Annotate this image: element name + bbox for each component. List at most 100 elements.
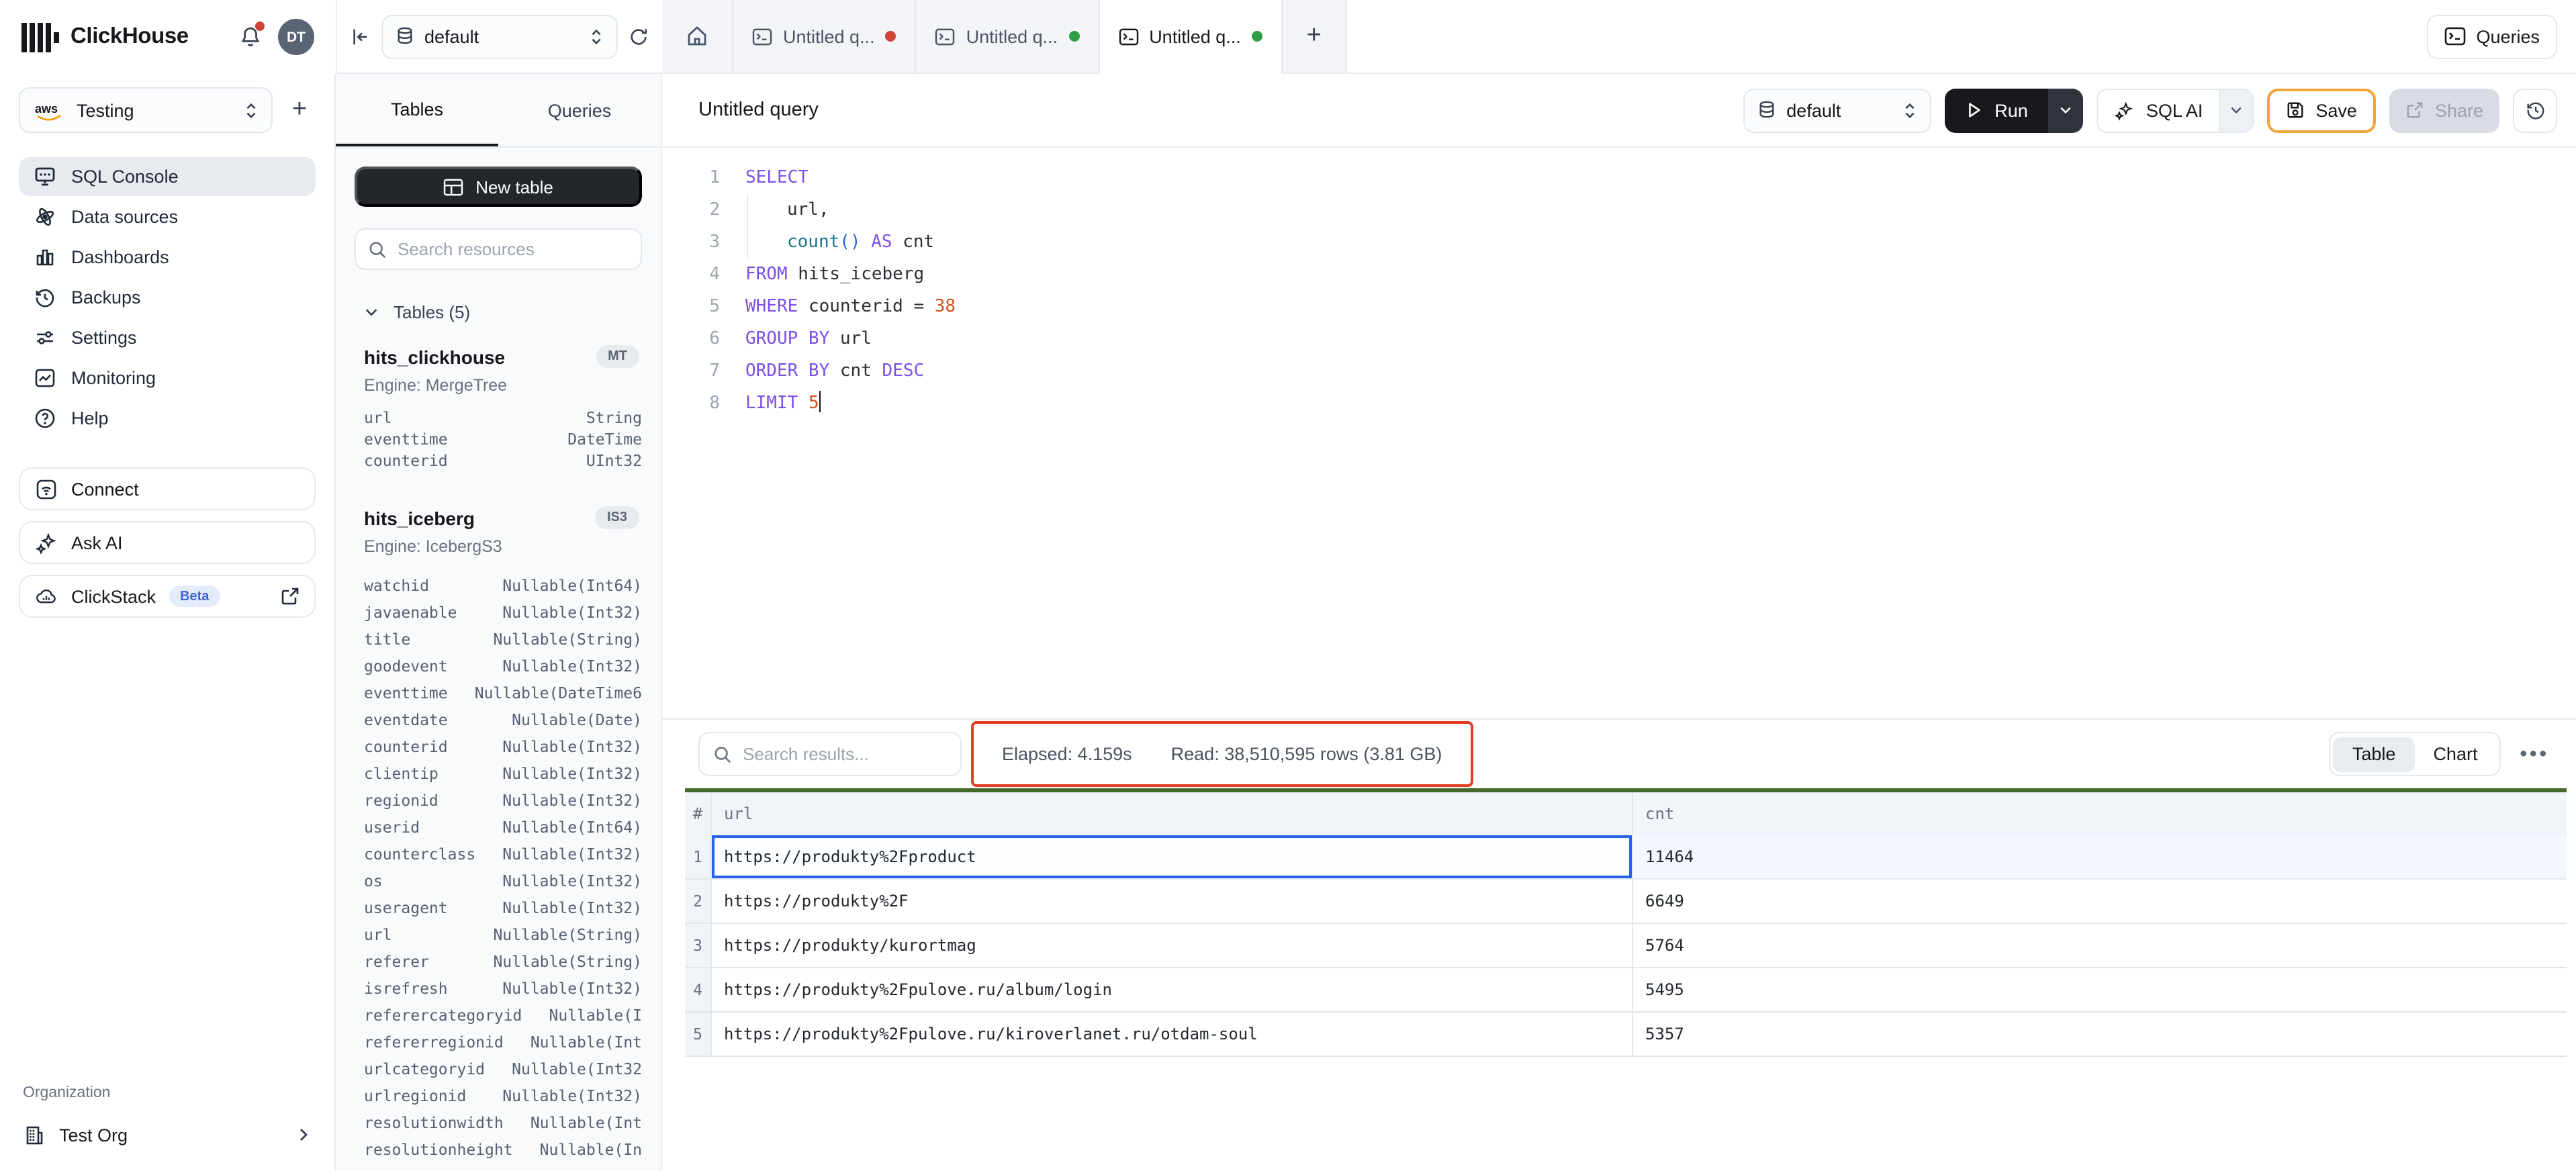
- chevron-right-icon: [295, 1127, 312, 1143]
- table-engine: Engine: IcebergS3: [364, 537, 642, 556]
- view-table-button[interactable]: Table: [2334, 737, 2415, 771]
- search-resources-input[interactable]: [398, 239, 629, 259]
- tables-group-toggle[interactable]: Tables (5): [355, 302, 642, 322]
- table-row[interactable]: 4 https://produkty%2Fpulove.ru/album/log…: [685, 968, 2567, 1013]
- refresh-icon[interactable]: [629, 26, 649, 46]
- query-title[interactable]: Untitled query: [698, 99, 819, 121]
- aws-logo-icon: aws: [34, 100, 64, 120]
- query-history-button[interactable]: [2513, 88, 2557, 132]
- sidebar-item-monitoring[interactable]: Monitoring: [19, 359, 316, 397]
- connect-button[interactable]: Connect: [19, 467, 316, 510]
- results-panel: Elapsed: 4.159s Read: 38,510,595 rows (3…: [662, 718, 2576, 1171]
- chevron-down-icon: [2059, 103, 2072, 117]
- header-url[interactable]: url: [712, 792, 1633, 835]
- column-row: goodeventNullable(Int32): [364, 653, 642, 680]
- organization-label: Organization: [23, 1085, 316, 1101]
- header-row-number[interactable]: #: [685, 792, 712, 835]
- code-line: 1SELECT: [693, 162, 2576, 195]
- organization-selector[interactable]: Test Org: [19, 1117, 316, 1152]
- brand-area: ClickHouse DT: [0, 0, 336, 74]
- run-button[interactable]: Run: [1945, 88, 2048, 132]
- code-line: 5WHERE counterid = 38: [693, 291, 2576, 324]
- sidebar-item-label: SQL Console: [71, 167, 179, 187]
- left-sidebar: aws Testing + SQL Console Data sources D…: [0, 74, 336, 1171]
- results-table-header: # url cnt: [685, 792, 2567, 835]
- workspace-selector[interactable]: aws Testing: [19, 87, 273, 133]
- sidebar-item-backups[interactable]: Backups: [19, 278, 316, 317]
- sidebar-item-dashboards[interactable]: Dashboards: [19, 238, 316, 277]
- cnt-cell[interactable]: 5764: [1633, 936, 2567, 955]
- run-options-button[interactable]: [2048, 88, 2083, 132]
- row-number: 4: [685, 968, 712, 1011]
- column-row: isrefreshNullable(Int32): [364, 975, 642, 1002]
- tab-tables[interactable]: Tables: [336, 74, 498, 146]
- avatar[interactable]: DT: [278, 19, 314, 55]
- cnt-cell[interactable]: 5495: [1633, 980, 2567, 999]
- ask-ai-button[interactable]: Ask AI: [19, 521, 316, 564]
- new-table-button[interactable]: New table: [355, 167, 642, 207]
- url-cell[interactable]: https://produkty%2Fproduct: [712, 835, 1633, 878]
- table-row[interactable]: 1 https://produkty%2Fproduct 11464: [685, 835, 2567, 880]
- column-row: titleNullable(String): [364, 626, 642, 653]
- sql-ai-button[interactable]: SQL AI: [2098, 89, 2219, 131]
- url-cell[interactable]: https://produkty%2Fpulove.ru/album/login: [712, 968, 1633, 1011]
- collapse-sidebar-icon[interactable]: [351, 26, 371, 46]
- table-item-hits-iceberg[interactable]: hits_iceberg IS3 Engine: IcebergS3 watch…: [355, 506, 642, 1163]
- table-row[interactable]: 3 https://produkty/kurortmag 5764: [685, 924, 2567, 968]
- notifications-button[interactable]: [239, 26, 262, 48]
- new-tab-button[interactable]: +: [1283, 0, 1347, 73]
- sql-ai-options-button[interactable]: [2219, 89, 2252, 131]
- table-row[interactable]: 2 https://produkty%2F 6649: [685, 880, 2567, 924]
- cnt-cell[interactable]: 6649: [1633, 892, 2567, 910]
- sql-editor[interactable]: 1SELECT 2url, 3count() AS cnt 4FROM hits…: [662, 148, 2576, 718]
- home-icon: [685, 24, 709, 48]
- cnt-cell[interactable]: 11464: [1633, 847, 2567, 866]
- table-row[interactable]: 5 https://produkty%2Fpulove.ru/kiroverla…: [685, 1013, 2567, 1057]
- clickstack-button[interactable]: ClickStack Beta: [19, 575, 316, 618]
- sidebar-item-settings[interactable]: Settings: [19, 318, 316, 357]
- save-button[interactable]: Save: [2267, 88, 2376, 132]
- results-table: # url cnt 1 https://produkty%2Fproduct 1…: [685, 788, 2567, 1057]
- sidebar-item-data-sources[interactable]: Data sources: [19, 197, 316, 236]
- share-button[interactable]: Share: [2389, 88, 2499, 132]
- table-grid-icon: [443, 178, 463, 195]
- header-cnt[interactable]: cnt: [1633, 804, 2567, 823]
- queries-button[interactable]: Queries: [2426, 14, 2557, 58]
- updown-chevron-icon: [1903, 101, 1917, 119]
- updown-chevron-icon: [590, 28, 603, 45]
- search-results-input[interactable]: [743, 744, 947, 764]
- column-row: referercategoryidNullable(I: [364, 1002, 642, 1029]
- sidebar-item-sql-console[interactable]: SQL Console: [19, 157, 316, 196]
- url-cell[interactable]: https://produkty%2Fpulove.ru/kiroverlane…: [712, 1013, 1633, 1056]
- column-row: refererregionidNullable(Int: [364, 1029, 642, 1056]
- search-results-field[interactable]: [698, 732, 962, 776]
- results-more-menu[interactable]: •••: [2520, 743, 2549, 765]
- url-cell[interactable]: https://produkty%2F: [712, 880, 1633, 923]
- view-chart-button[interactable]: Chart: [2414, 737, 2496, 771]
- organization-name: Test Org: [59, 1125, 128, 1145]
- column-row: useragentNullable(Int32): [364, 894, 642, 921]
- editor-database-selector[interactable]: default: [1743, 88, 1931, 132]
- tab-label: Untitled q...: [1149, 26, 1241, 46]
- url-cell[interactable]: https://produkty/kurortmag: [712, 924, 1633, 967]
- tab-untitled-query-1[interactable]: Untitled q...: [733, 0, 917, 73]
- home-button[interactable]: [662, 0, 733, 73]
- search-resources-field[interactable]: [355, 228, 642, 270]
- row-number: 3: [685, 924, 712, 967]
- tab-untitled-query-3[interactable]: Untitled q...: [1099, 0, 1283, 73]
- row-number: 2: [685, 880, 712, 923]
- cnt-cell[interactable]: 5357: [1633, 1025, 2567, 1043]
- column-row: urlcategoryidNullable(Int32: [364, 1056, 642, 1082]
- column-row: eventtimeDateTime: [364, 428, 642, 450]
- table-item-hits-clickhouse[interactable]: hits_clickhouse MT Engine: MergeTree url…: [355, 345, 642, 471]
- engine-badge: MT: [596, 345, 639, 368]
- topbar-spacer: [1347, 0, 2427, 73]
- database-selector[interactable]: default: [381, 14, 618, 58]
- monitoring-icon: [34, 367, 56, 389]
- terminal-icon: [935, 28, 956, 45]
- add-workspace-button[interactable]: +: [283, 95, 316, 125]
- tab-queries[interactable]: Queries: [498, 74, 661, 146]
- chevron-down-icon: [2229, 103, 2243, 117]
- tab-untitled-query-2[interactable]: Untitled q...: [917, 0, 1100, 73]
- sidebar-item-help[interactable]: Help: [19, 399, 316, 438]
